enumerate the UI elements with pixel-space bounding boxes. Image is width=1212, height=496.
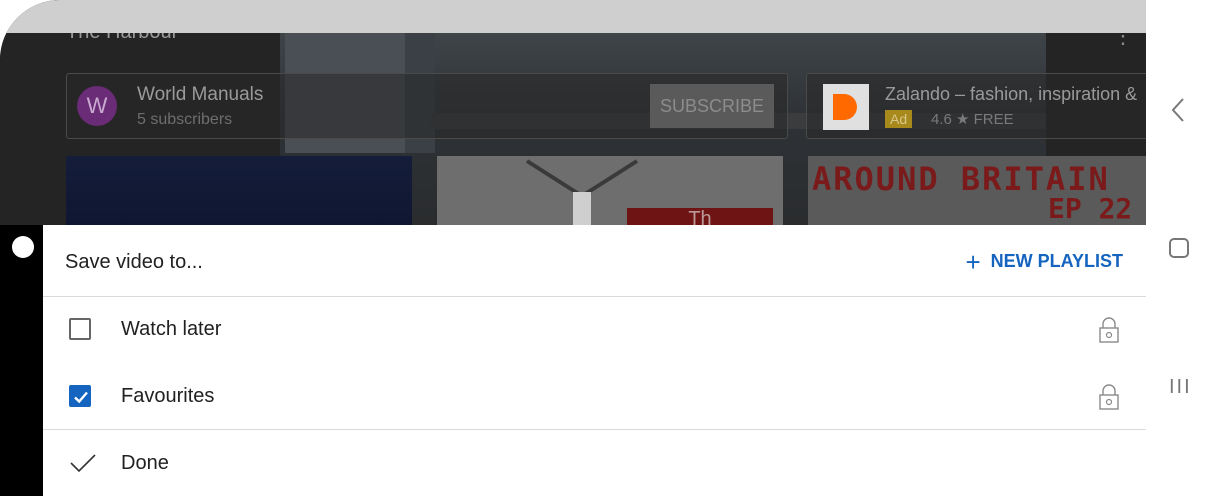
subscriber-count: 5 subscribers xyxy=(137,111,233,128)
more-vertical-icon[interactable]: ⋮ xyxy=(1112,33,1134,47)
playlist-item-watch-later[interactable]: Watch later xyxy=(43,296,1146,363)
ad-badge: Ad xyxy=(885,110,913,128)
navigation-bar: III xyxy=(1146,0,1212,496)
video-thumbnail[interactable]: AROUND BRITAIN EP 22 xyxy=(808,156,1146,225)
checkmark-icon xyxy=(74,391,88,404)
watch-later-checkbox[interactable] xyxy=(69,318,91,340)
sheet-header: Save video to... + NEW PLAYLIST xyxy=(43,225,1146,297)
thumbnail-subtitle: EP 22 xyxy=(1048,192,1133,225)
chevron-left-icon[interactable] xyxy=(1170,96,1186,124)
video-thumbnail[interactable]: Th xyxy=(437,156,783,225)
phone-screen: The Harbour ⋮ W World Manuals 5 subscrib… xyxy=(0,0,1146,496)
play-logo-icon xyxy=(833,94,857,120)
background-video-page: The Harbour ⋮ W World Manuals 5 subscrib… xyxy=(0,33,1146,225)
save-to-playlist-sheet: Save video to... + NEW PLAYLIST Watch la… xyxy=(43,225,1146,496)
ad-card[interactable]: Zalando – fashion, inspiration & Ad 4.6 … xyxy=(806,73,1146,139)
subscribe-button[interactable]: SUBSCRIBE xyxy=(650,84,774,128)
status-bar xyxy=(0,0,1146,33)
favourites-checkbox[interactable] xyxy=(69,385,91,407)
home-square-icon[interactable] xyxy=(1169,238,1189,258)
recent-apps-icon[interactable]: III xyxy=(1169,376,1192,399)
plus-icon: + xyxy=(965,246,981,277)
avatar[interactable]: W xyxy=(77,86,117,126)
channel-card[interactable]: W World Manuals 5 subscribers SUBSCRIBE xyxy=(66,73,788,139)
sheet-title: Save video to... xyxy=(65,251,203,273)
playlist-item-favourites[interactable]: Favourites xyxy=(43,363,1146,430)
playlist-label: Favourites xyxy=(121,385,215,407)
ad-rating: 4.6 ★ FREE xyxy=(931,111,1014,128)
camera-cutout xyxy=(12,236,34,258)
check-icon xyxy=(70,454,96,473)
new-playlist-button[interactable]: + NEW PLAYLIST xyxy=(965,246,1123,277)
ad-title[interactable]: Zalando – fashion, inspiration & xyxy=(885,84,1137,105)
lock-icon xyxy=(1099,317,1119,343)
thumbnail-banner: Th xyxy=(627,208,773,225)
app-logo xyxy=(823,84,869,130)
playlist-label: Watch later xyxy=(121,318,222,340)
new-playlist-label: NEW PLAYLIST xyxy=(990,251,1123,271)
channel-name[interactable]: World Manuals xyxy=(137,84,263,106)
lock-icon xyxy=(1099,384,1119,410)
done-label: Done xyxy=(121,452,169,474)
video-thumbnail[interactable] xyxy=(66,156,412,225)
done-button[interactable]: Done xyxy=(43,430,1146,496)
video-title: The Harbour xyxy=(66,33,178,44)
